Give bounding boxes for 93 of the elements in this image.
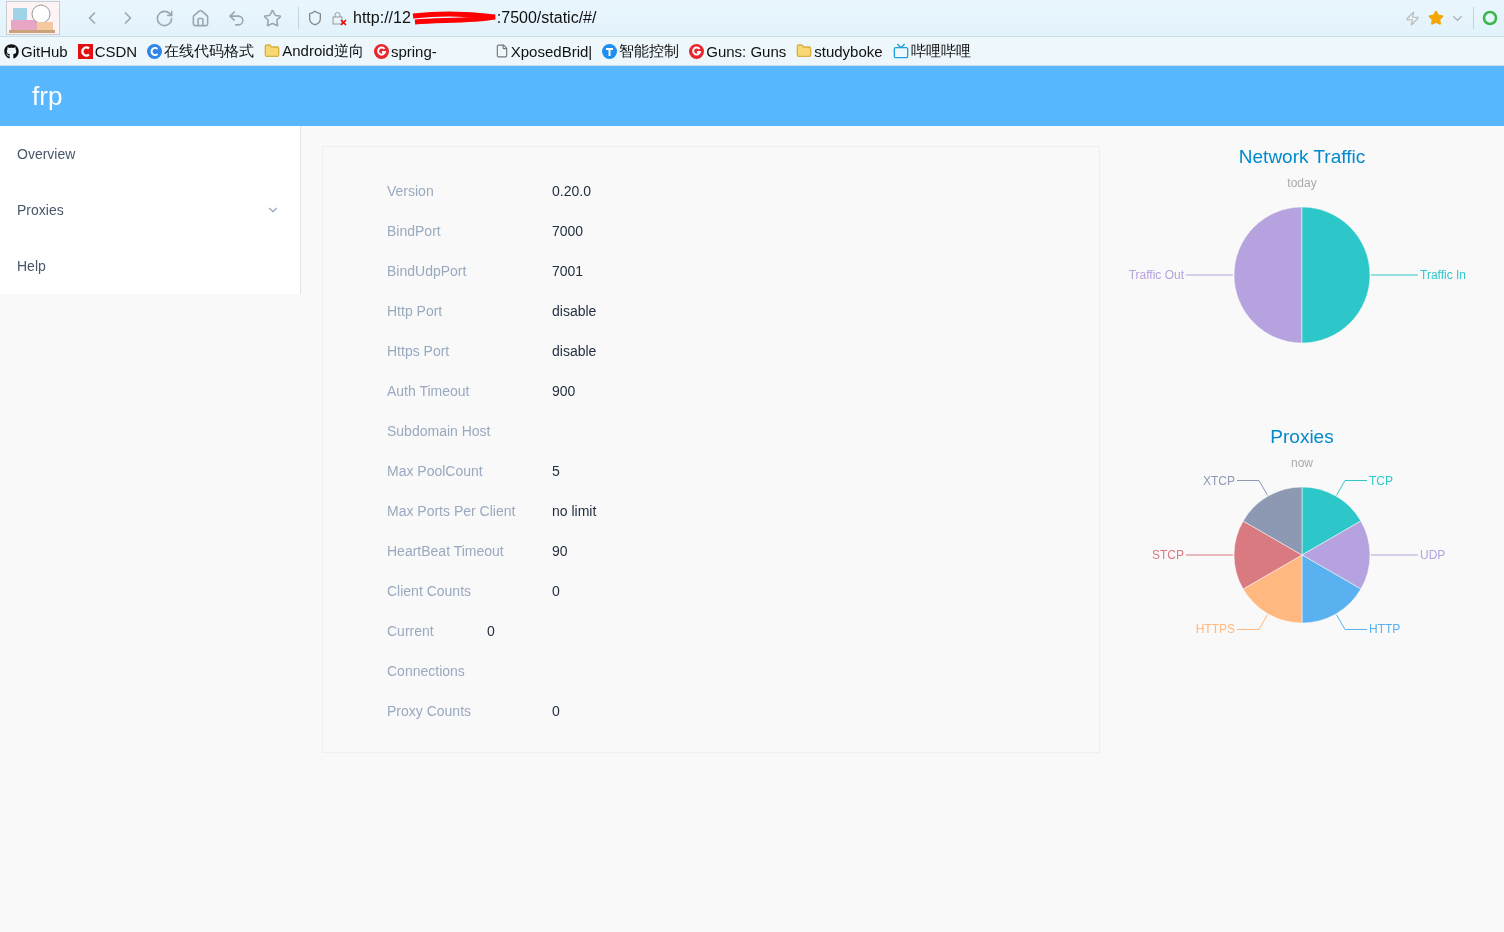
info-value: disable [552, 303, 597, 319]
reload-icon [154, 8, 174, 28]
folder-icon [264, 43, 281, 59]
home-icon [190, 8, 210, 28]
bookmark-link[interactable]: spring- [373, 42, 437, 60]
info-value: 900 [552, 383, 576, 399]
info-value: 7000 [552, 223, 584, 239]
bookmark-label: XposedBrid| [510, 42, 593, 60]
github-icon [4, 43, 19, 59]
slice-label: UDP [1420, 548, 1446, 562]
info-label: Http Port [387, 303, 444, 319]
leader-line [1336, 480, 1368, 496]
folder-icon [796, 43, 813, 59]
insecure-lock-icon [331, 10, 347, 26]
bookmark-link[interactable]: Guns: Guns [689, 42, 787, 60]
leader-line [1185, 274, 1234, 276]
sidebar-label: Help [17, 258, 46, 274]
info-value: 0 [552, 703, 560, 719]
info-label: Client Counts [387, 583, 473, 599]
sidebar-item[interactable]: Help [0, 238, 300, 294]
url-text: http://12 [353, 9, 411, 27]
leader-line [1185, 554, 1234, 556]
bookmark-label: spring- [390, 42, 437, 60]
info-label: BindPort [387, 223, 442, 239]
ring-icon [1482, 10, 1498, 26]
shield-icon [307, 10, 323, 26]
info-value: 0.20.0 [552, 183, 591, 199]
info-label: HeartBeat Timeout [387, 543, 505, 559]
bookmark-label: 哔哩哔哩 [910, 41, 971, 61]
bookmark-label: 智能控制 [619, 41, 680, 61]
info-label: Max Ports Per Client [387, 503, 517, 519]
file-icon [494, 44, 509, 58]
star-icon [1428, 10, 1444, 26]
bookmark-label: Android逆向 [282, 41, 364, 61]
g-logo-icon [689, 43, 705, 59]
g-logo-icon [373, 43, 389, 59]
info-label: Version [387, 183, 435, 199]
bookmark-label: GitHub [21, 42, 68, 60]
bookmark-link[interactable]: 在线代码格式 [147, 41, 255, 61]
slice-label: HTTPS [1195, 622, 1235, 637]
leader-line [1236, 614, 1268, 630]
info-value: disable [552, 343, 597, 359]
brand-title: frp [32, 80, 63, 112]
info-value: 5 [552, 463, 560, 479]
t-logo-icon [602, 43, 618, 59]
info-label: Current Connections [387, 622, 466, 681]
lightning-icon [1405, 10, 1420, 26]
bookmark-link[interactable]: 智能控制 [602, 41, 680, 61]
sidebar-label: Proxies [17, 202, 64, 218]
url-text: :7500/static/#/ [496, 9, 597, 27]
bookmark-link[interactable]: studyboke [796, 42, 883, 60]
sidebar-item[interactable]: Proxies [0, 182, 300, 238]
bookmark-label: 在线代码格式 [164, 41, 255, 61]
bookmark-link[interactable]: GitHub [4, 42, 68, 60]
info-label: Subdomain Host [387, 423, 492, 439]
slice-label: Traffic Out [1128, 268, 1184, 282]
slice-label: STCP [1152, 548, 1184, 562]
undo-icon [226, 8, 246, 28]
info-value: 0 [487, 622, 495, 641]
bookmark-link[interactable]: CSDN [77, 42, 138, 60]
chart-title: Network Traffic [1238, 146, 1366, 168]
bookmark-label: Guns: Guns [706, 42, 787, 60]
bookmark-link[interactable]: 哔哩哔哩 [892, 41, 971, 61]
c-logo-icon [147, 43, 163, 59]
chart-subtitle: now [1291, 456, 1313, 470]
info-label: Auth Timeout [387, 383, 471, 399]
sidebar-label: Overview [17, 146, 76, 162]
chart-subtitle: today [1287, 176, 1317, 190]
bookmark-label: CSDN [94, 42, 138, 60]
info-value: 7001 [552, 263, 584, 279]
slice-label: XTCP [1203, 473, 1235, 488]
info-label: BindUdpPort [387, 263, 468, 279]
chart-title: Proxies [1270, 426, 1334, 448]
bookmark-label: studyboke [814, 42, 883, 60]
info-value: 0 [552, 583, 560, 599]
star-icon [262, 8, 282, 28]
leader-line [1336, 614, 1368, 630]
info-value: no limit [552, 503, 597, 519]
leader-line [1370, 274, 1419, 276]
leader-line [1370, 554, 1419, 556]
bookmark-link[interactable]: Android逆向 [264, 41, 364, 61]
leader-line [1236, 480, 1268, 496]
info-label: Max PoolCount [387, 463, 484, 479]
bookmark-link[interactable]: XposedBrid| [494, 42, 593, 60]
sidebar-item[interactable]: Overview [0, 126, 300, 182]
slice-label: Traffic In [1420, 268, 1466, 282]
info-label: Https Port [387, 343, 451, 359]
slice-label: TCP [1369, 473, 1393, 488]
info-value: 90 [552, 543, 568, 559]
info-label: Proxy Counts [387, 703, 473, 719]
slice-label: HTTP [1369, 622, 1401, 637]
csdn-logo-icon [77, 43, 93, 59]
tv-icon [892, 43, 909, 59]
